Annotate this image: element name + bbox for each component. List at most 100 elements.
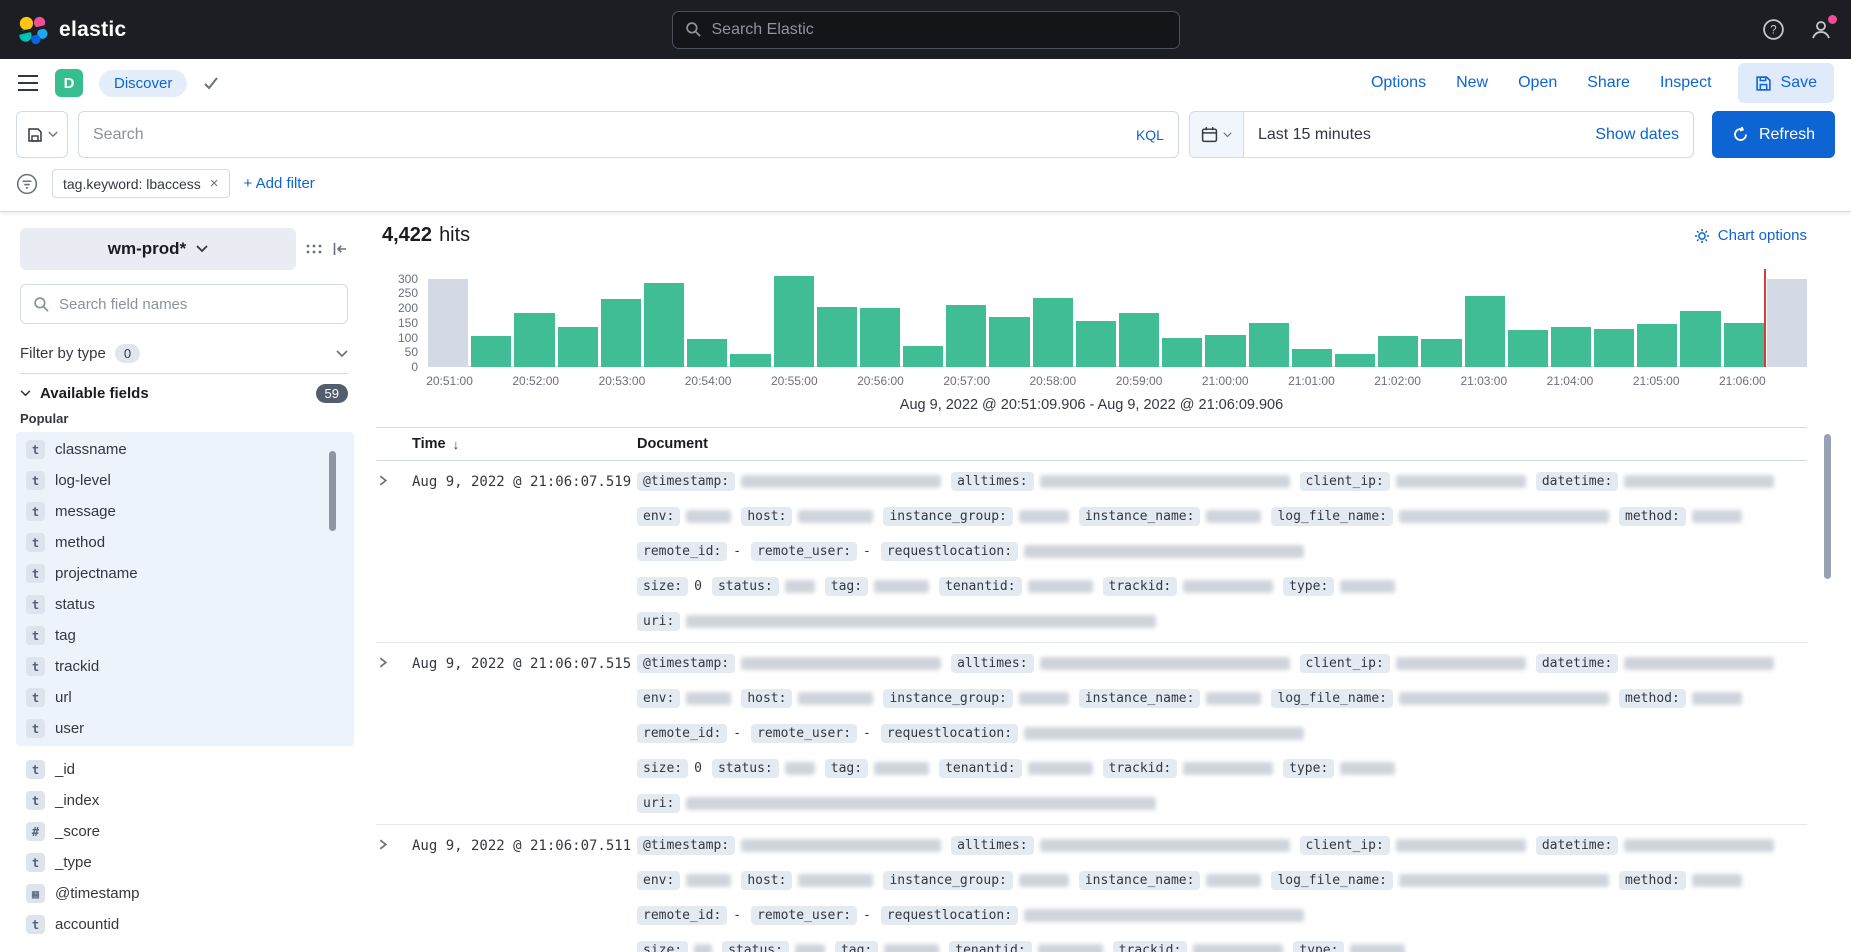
x-axis-label: 21:04:00 bbox=[1547, 374, 1594, 388]
show-dates-button[interactable]: Show dates bbox=[1595, 126, 1679, 144]
open-link[interactable]: Open bbox=[1518, 74, 1557, 92]
time-column-header[interactable]: Time ↓ bbox=[412, 436, 637, 452]
doc-field-name: client_ip: bbox=[1300, 836, 1390, 855]
histogram-bar-21:02:00[interactable] bbox=[1378, 336, 1418, 367]
histogram-bar-21:06:30[interactable] bbox=[1767, 279, 1807, 367]
histogram-bar-21:01:00[interactable] bbox=[1292, 349, 1332, 367]
histogram-bar-20:56:30[interactable] bbox=[903, 346, 943, 367]
main-scrollbar-thumb[interactable] bbox=[1824, 434, 1831, 579]
filter-pill-tag-keyword[interactable]: tag.keyword: lbaccess × bbox=[52, 169, 230, 198]
histogram-bar-20:58:00[interactable] bbox=[1033, 298, 1073, 367]
query-input[interactable]: Search KQL bbox=[78, 111, 1179, 158]
histogram-bar-21:01:30[interactable] bbox=[1335, 354, 1375, 367]
doc-field-datetime: datetime: bbox=[1536, 471, 1774, 492]
global-search-input[interactable]: Search Elastic bbox=[672, 11, 1180, 49]
elastic-brand[interactable]: elastic bbox=[18, 15, 126, 45]
field-item-_type[interactable]: t_type bbox=[26, 847, 338, 878]
field-search-input[interactable]: Search field names bbox=[20, 284, 348, 324]
histogram-bar-21:06:00[interactable] bbox=[1724, 323, 1764, 367]
add-filter-button[interactable]: + Add filter bbox=[244, 175, 315, 192]
sidebar-scrollbar-thumb[interactable] bbox=[329, 451, 336, 531]
saved-query-menu-button[interactable] bbox=[16, 111, 68, 158]
doc-field-name: env: bbox=[637, 507, 680, 526]
field-item-_id[interactable]: t_id bbox=[26, 754, 338, 785]
field-item-_index[interactable]: t_index bbox=[26, 785, 338, 816]
options-link[interactable]: Options bbox=[1371, 74, 1426, 92]
histogram-bar-20:53:00[interactable] bbox=[601, 299, 641, 367]
histogram-bar-20:59:00[interactable] bbox=[1119, 313, 1159, 367]
query-language-badge[interactable]: KQL bbox=[1136, 127, 1164, 143]
histogram-bar-20:58:30[interactable] bbox=[1076, 321, 1116, 367]
breadcrumb[interactable]: Discover bbox=[99, 70, 187, 97]
histogram-bar-21:03:00[interactable] bbox=[1465, 296, 1505, 367]
doc-field-name: @timestamp: bbox=[637, 654, 735, 673]
discover-app-badge[interactable]: D bbox=[55, 69, 83, 97]
time-range-field[interactable]: Last 15 minutes Show dates bbox=[1244, 112, 1693, 157]
field-item-accountid[interactable]: taccountid bbox=[26, 909, 338, 940]
redacted-value bbox=[1040, 657, 1290, 670]
available-fields-header[interactable]: Available fields 59 bbox=[20, 384, 348, 403]
field-item-status[interactable]: tstatus bbox=[26, 589, 344, 620]
expand-row-button[interactable] bbox=[376, 653, 412, 814]
field-item-log-level[interactable]: tlog-level bbox=[26, 465, 344, 496]
field-item-url[interactable]: turl bbox=[26, 682, 344, 713]
histogram-bar-20:57:30[interactable] bbox=[989, 317, 1029, 367]
histogram-bar-20:54:00[interactable] bbox=[687, 339, 727, 367]
field-name: _type bbox=[55, 854, 92, 871]
dots-grid-icon[interactable] bbox=[306, 243, 322, 255]
filter-icon[interactable] bbox=[16, 173, 38, 195]
new-link[interactable]: New bbox=[1456, 74, 1488, 92]
checkmark-icon[interactable] bbox=[203, 76, 219, 90]
available-fields-label: Available fields bbox=[40, 385, 149, 402]
quick-select-date-button[interactable] bbox=[1190, 112, 1244, 157]
field-item-_score[interactable]: #_score bbox=[26, 816, 338, 847]
redacted-value bbox=[1624, 475, 1774, 488]
histogram-bar-20:51:30[interactable] bbox=[471, 336, 511, 367]
histogram-bar-20:55:00[interactable] bbox=[774, 276, 814, 367]
histogram-bar-20:57:00[interactable] bbox=[946, 305, 986, 367]
field-item-projectname[interactable]: tprojectname bbox=[26, 558, 344, 589]
expand-row-button[interactable] bbox=[376, 471, 412, 632]
refresh-button[interactable]: Refresh bbox=[1712, 111, 1835, 158]
histogram-bar-21:05:00[interactable] bbox=[1637, 324, 1677, 367]
histogram-plot[interactable] bbox=[428, 269, 1807, 367]
save-button[interactable]: Save bbox=[1738, 63, 1834, 103]
field-item-@timestamp[interactable]: ▦@timestamp bbox=[26, 878, 338, 909]
doc-field-name: instance_name: bbox=[1079, 507, 1201, 526]
filter-by-type-select[interactable]: Filter by type 0 bbox=[20, 334, 348, 374]
histogram-bar-20:59:30[interactable] bbox=[1162, 338, 1202, 367]
redacted-value bbox=[686, 797, 1156, 810]
share-link[interactable]: Share bbox=[1587, 74, 1630, 92]
histogram-bar-21:04:00[interactable] bbox=[1551, 327, 1591, 367]
help-icon[interactable]: ? bbox=[1762, 18, 1785, 41]
field-item-classname[interactable]: tclassname bbox=[26, 434, 344, 465]
histogram-bar-20:56:00[interactable] bbox=[860, 308, 900, 367]
field-item-tag[interactable]: ttag bbox=[26, 620, 344, 651]
field-item-trackid[interactable]: ttrackid bbox=[26, 651, 344, 682]
index-pattern-selector[interactable]: wm-prod* bbox=[20, 228, 296, 270]
histogram-bar-21:00:00[interactable] bbox=[1205, 335, 1245, 367]
histogram-bar-21:00:30[interactable] bbox=[1249, 323, 1289, 367]
field-item-method[interactable]: tmethod bbox=[26, 527, 344, 558]
histogram-bar-20:53:30[interactable] bbox=[644, 283, 684, 367]
collapse-sidebar-icon[interactable] bbox=[332, 241, 348, 257]
histogram-bar-21:02:30[interactable] bbox=[1421, 339, 1461, 367]
histogram-bar-21:03:30[interactable] bbox=[1508, 330, 1548, 367]
chart-options-button[interactable]: Chart options bbox=[1694, 227, 1807, 244]
histogram-bar-20:52:00[interactable] bbox=[514, 313, 554, 367]
histogram-bar-20:54:30[interactable] bbox=[730, 354, 770, 367]
field-item-message[interactable]: tmessage bbox=[26, 496, 344, 527]
histogram-bar-20:52:30[interactable] bbox=[558, 327, 598, 367]
menu-hamburger-icon[interactable] bbox=[17, 74, 39, 92]
time-range-caption: Aug 9, 2022 @ 20:51:09.906 - Aug 9, 2022… bbox=[376, 397, 1807, 413]
remove-filter-icon[interactable]: × bbox=[210, 175, 219, 192]
field-item-user[interactable]: tuser bbox=[26, 713, 344, 744]
sort-descending-icon[interactable]: ↓ bbox=[453, 437, 460, 452]
histogram-bar-21:05:30[interactable] bbox=[1680, 311, 1720, 367]
histogram-bar-20:55:30[interactable] bbox=[817, 307, 857, 367]
histogram-bar-20:51:00[interactable] bbox=[428, 279, 468, 367]
expand-row-button[interactable] bbox=[376, 835, 412, 952]
user-notifications-icon[interactable] bbox=[1809, 18, 1833, 42]
histogram-bar-21:04:30[interactable] bbox=[1594, 329, 1634, 367]
inspect-link[interactable]: Inspect bbox=[1660, 74, 1712, 92]
